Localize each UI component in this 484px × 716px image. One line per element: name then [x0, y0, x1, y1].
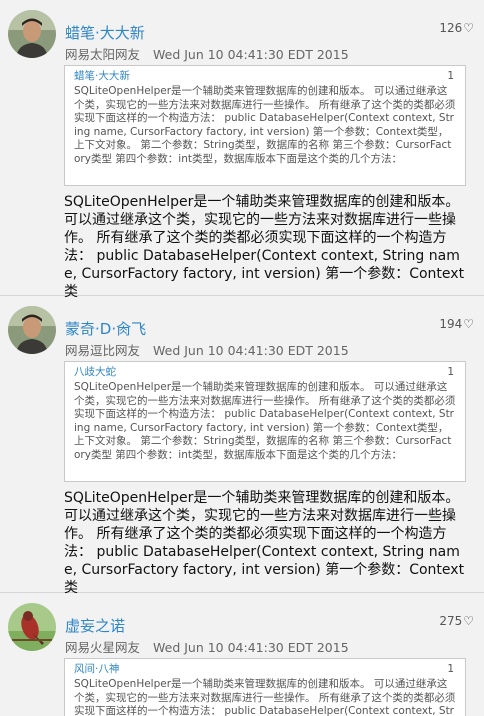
- quoted-comment[interactable]: 八歧大蛇 1 SQLiteOpenHelper是一个辅助类来管理数据库的创建和版…: [64, 361, 466, 482]
- timestamp: Wed Jun 10 04:41:30 EDT 2015: [153, 343, 349, 358]
- username[interactable]: 蒙奇·D·肏飞: [65, 318, 146, 339]
- comment-item: 蒙奇·D·肏飞 194 ♡ 网易逗比网友 Wed Jun 10 04:41:30…: [0, 296, 484, 596]
- like-count: 126: [439, 21, 463, 35]
- avatar[interactable]: [8, 306, 56, 354]
- quote-floor: 1: [447, 70, 454, 82]
- like-count: 275: [439, 614, 463, 628]
- comment-body: SQLiteOpenHelper是一个辅助类来管理数据库的创建和版本。可以通过继…: [64, 194, 465, 300]
- quote-text: SQLiteOpenHelper是一个辅助类来管理数据库的创建和版本。 可以通过…: [74, 85, 456, 165]
- heart-icon[interactable]: ♡: [463, 318, 474, 330]
- source-label: 网易逗比网友: [65, 343, 141, 358]
- post-meta: 网易逗比网友 Wed Jun 10 04:41:30 EDT 2015: [65, 340, 349, 359]
- heart-icon[interactable]: ♡: [463, 615, 474, 627]
- post-meta: 网易火星网友 Wed Jun 10 04:41:30 EDT 2015: [65, 637, 349, 656]
- like-button[interactable]: 126 ♡: [439, 21, 474, 35]
- comment-feed: 蜡笔·大大新 126 ♡ 网易太阳网友 Wed Jun 10 04:41:30 …: [0, 0, 484, 716]
- avatar[interactable]: [8, 10, 56, 58]
- like-button[interactable]: 275 ♡: [439, 614, 474, 628]
- username[interactable]: 蜡笔·大大新: [65, 22, 145, 43]
- comment-item: 虚妄之诺 275 ♡ 网易火星网友 Wed Jun 10 04:41:30 ED…: [0, 593, 484, 716]
- quote-username[interactable]: 风间·八神: [74, 662, 119, 676]
- quote-username[interactable]: 蜡笔·大大新: [74, 69, 130, 83]
- like-button[interactable]: 194 ♡: [439, 317, 474, 331]
- quote-text: SQLiteOpenHelper是一个辅助类来管理数据库的创建和版本。 可以通过…: [74, 381, 456, 461]
- comment-item: 蜡笔·大大新 126 ♡ 网易太阳网友 Wed Jun 10 04:41:30 …: [0, 0, 484, 300]
- quote-floor: 1: [447, 663, 454, 675]
- timestamp: Wed Jun 10 04:41:30 EDT 2015: [153, 47, 349, 62]
- quote-username[interactable]: 八歧大蛇: [74, 365, 116, 379]
- source-label: 网易火星网友: [65, 640, 141, 655]
- quote-floor: 1: [447, 366, 454, 378]
- quoted-comment[interactable]: 风间·八神 1 SQLiteOpenHelper是一个辅助类来管理数据库的创建和…: [64, 658, 466, 716]
- comment-body: SQLiteOpenHelper是一个辅助类来管理数据库的创建和版本。可以通过继…: [64, 490, 465, 596]
- username[interactable]: 虚妄之诺: [65, 615, 125, 636]
- heart-icon[interactable]: ♡: [463, 22, 474, 34]
- quoted-comment[interactable]: 蜡笔·大大新 1 SQLiteOpenHelper是一个辅助类来管理数据库的创建…: [64, 65, 466, 186]
- source-label: 网易太阳网友: [65, 47, 141, 62]
- avatar[interactable]: [8, 603, 56, 651]
- post-meta: 网易太阳网友 Wed Jun 10 04:41:30 EDT 2015: [65, 44, 349, 63]
- timestamp: Wed Jun 10 04:41:30 EDT 2015: [153, 640, 349, 655]
- quote-text: SQLiteOpenHelper是一个辅助类来管理数据库的创建和版本。 可以通过…: [74, 678, 456, 716]
- like-count: 194: [439, 317, 463, 331]
